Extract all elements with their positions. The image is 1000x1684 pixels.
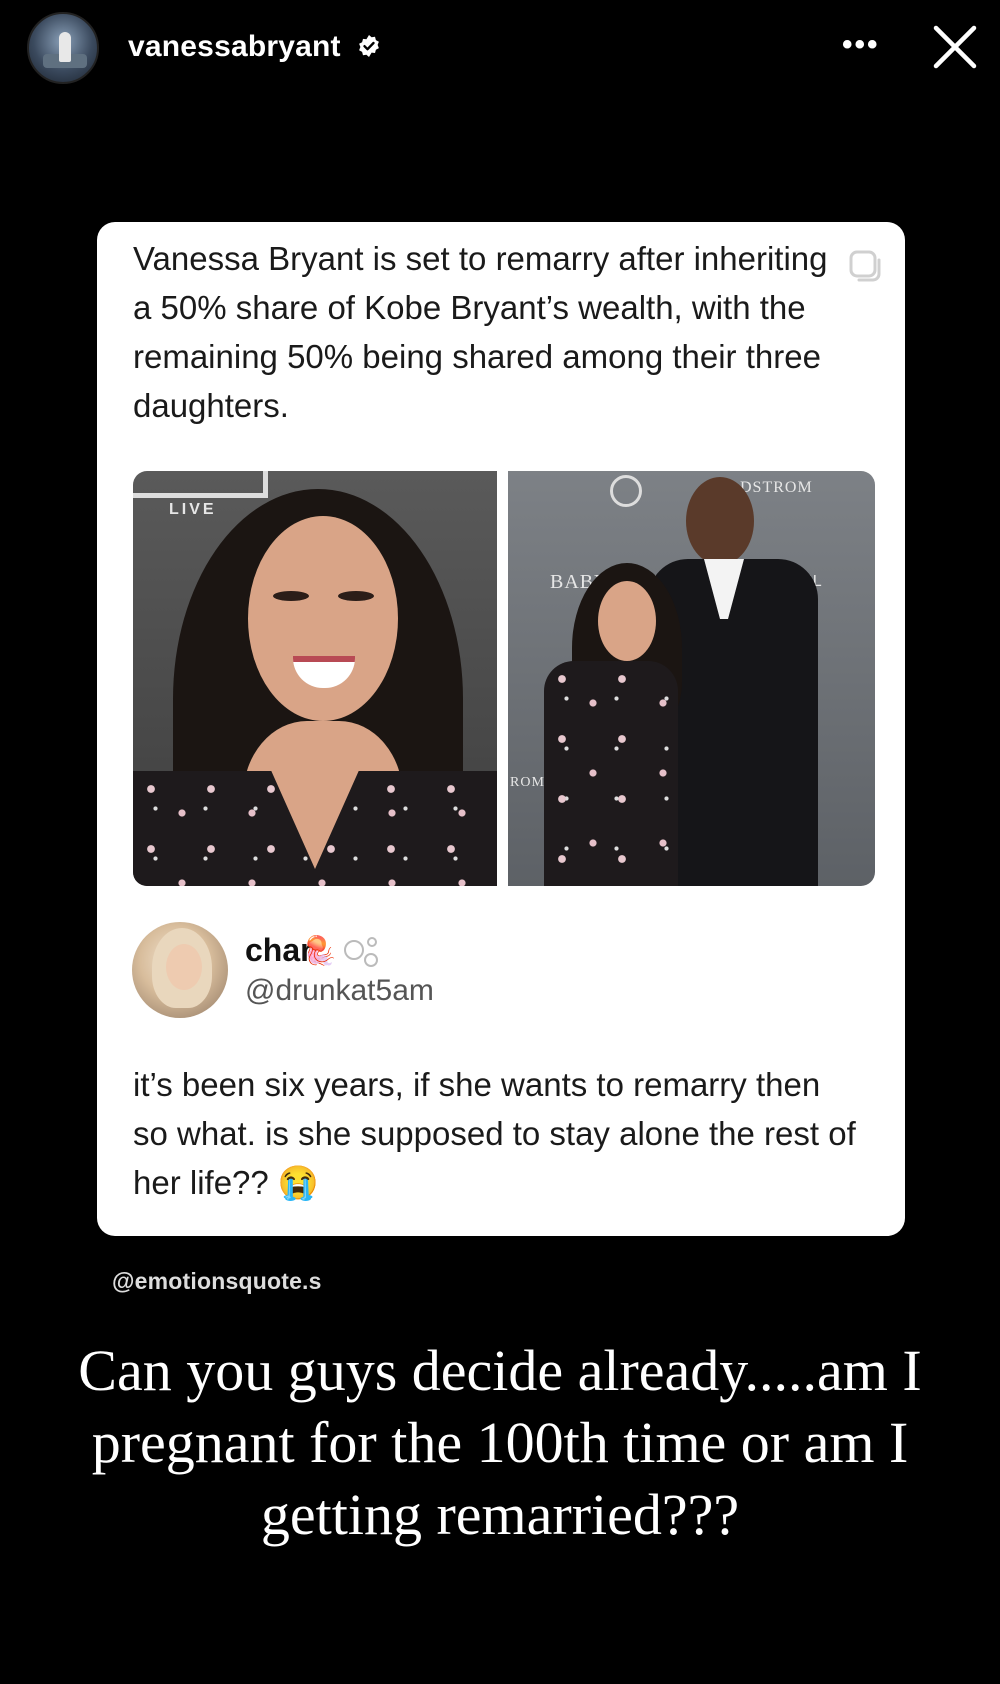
- more-options-button[interactable]: •••: [842, 30, 880, 60]
- story-header: vanessabryant •••: [0, 0, 1000, 100]
- photo-vanessa: LIVE: [133, 471, 497, 886]
- jellyfish-emoji: 🪼: [302, 935, 337, 966]
- photo-couple: DSTROM BABY2BABY PAUL ROM: [508, 471, 875, 886]
- reply-text: it’s been six years, if she wants to rem…: [133, 1066, 856, 1201]
- post-card: Vanessa Bryant is set to remarry after i…: [97, 222, 905, 1236]
- post-headline: Vanessa Bryant is set to remarry after i…: [133, 240, 828, 424]
- copy-icon[interactable]: [845, 246, 885, 286]
- story-caption: Can you guys decide already.....am I pre…: [78, 1338, 922, 1547]
- backdrop-text: ROM: [510, 775, 545, 790]
- reply-avatar[interactable]: [132, 922, 228, 1018]
- avatar[interactable]: [27, 12, 99, 84]
- verified-badge-icon: [359, 35, 379, 57]
- username[interactable]: vanessabryant: [128, 30, 341, 64]
- bubbles-icon: [344, 937, 378, 967]
- backdrop-text: DSTROM: [740, 479, 813, 496]
- backdrop-text: LIVE: [169, 501, 217, 518]
- reply-author-handle[interactable]: @drunkat5am: [245, 974, 434, 1008]
- close-icon[interactable]: [930, 22, 980, 72]
- credit-mention[interactable]: @emotionsquote.s: [112, 1268, 322, 1295]
